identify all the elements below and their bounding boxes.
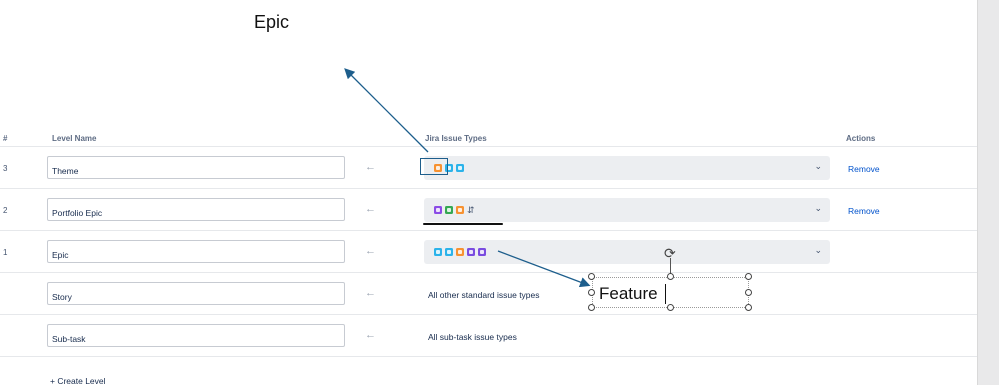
resize-handle[interactable] bbox=[745, 289, 752, 296]
resize-handle[interactable] bbox=[588, 273, 595, 280]
annotation-arrows bbox=[344, 68, 591, 288]
annotation-feature-label[interactable]: Feature bbox=[599, 284, 658, 304]
resize-handle[interactable] bbox=[588, 304, 595, 311]
resize-handle[interactable] bbox=[667, 273, 674, 280]
resize-handle[interactable] bbox=[745, 273, 752, 280]
annotation-arrow-epic bbox=[344, 68, 429, 153]
text-cursor bbox=[665, 284, 666, 304]
resize-handle[interactable] bbox=[588, 289, 595, 296]
resize-handle[interactable] bbox=[745, 304, 752, 311]
resize-handle[interactable] bbox=[667, 304, 674, 311]
annotation-arrow-feature bbox=[497, 250, 591, 288]
